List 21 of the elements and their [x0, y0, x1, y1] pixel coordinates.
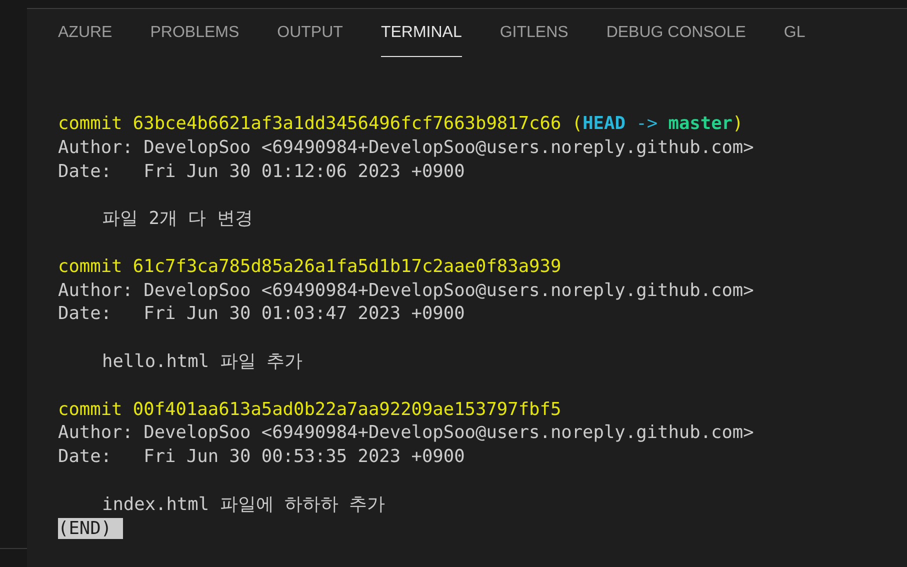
commit-line: commit 00f401aa613a5ad0b22a7aa92209ae153797fbf5: [58, 398, 562, 422]
date-line: Date: Fri Jun 30 01:12:06 2023 +0900: [58, 160, 466, 184]
date-line: Date: Fri Jun 30 01:03:47 2023 +0900: [58, 302, 466, 326]
panel-tab[interactable]: DEBUG CONSOLE: [606, 9, 746, 57]
commit-message: hello.html 파일 추가: [102, 350, 304, 374]
author-line: Author: DevelopSoo <69490984+DevelopSoo@users.noreply.github.com>: [58, 136, 755, 160]
date-line: Date: Fri Jun 30 00:53:35 2023 +0900: [58, 445, 466, 469]
panel-tab[interactable]: OUTPUT: [277, 9, 343, 57]
panel-tab[interactable]: AZURE: [58, 9, 112, 57]
panel-tab[interactable]: GITLENS: [500, 9, 568, 57]
commit-message: index.html 파일에 하하하 추가: [102, 492, 386, 517]
commit-line: commit 61c7f3ca785d85a26a1fa5d1b17c2aae0f83a939: [58, 254, 562, 279]
author-line: Author: DevelopSoo <69490984+DevelopSoo@users.noreply.github.com>: [58, 278, 755, 302]
author-line: Author: DevelopSoo <69490984+DevelopSoo@users.noreply.github.com>: [58, 421, 755, 446]
panel-tab[interactable]: TERMINAL: [380, 9, 462, 57]
commit-line: commit 63bce4b6621af3a1dd3456496fcf7663b9817c66 (HEAD -> master): [58, 112, 744, 136]
end-marker: (END): [58, 518, 123, 539]
panel-tab[interactable]: PROBLEMS: [150, 9, 240, 57]
commit-message: 파일 2개 다 변경: [102, 207, 254, 231]
ref-decoration: (HEAD -> master): [572, 113, 744, 134]
panel-tab[interactable]: GL: [784, 9, 806, 57]
